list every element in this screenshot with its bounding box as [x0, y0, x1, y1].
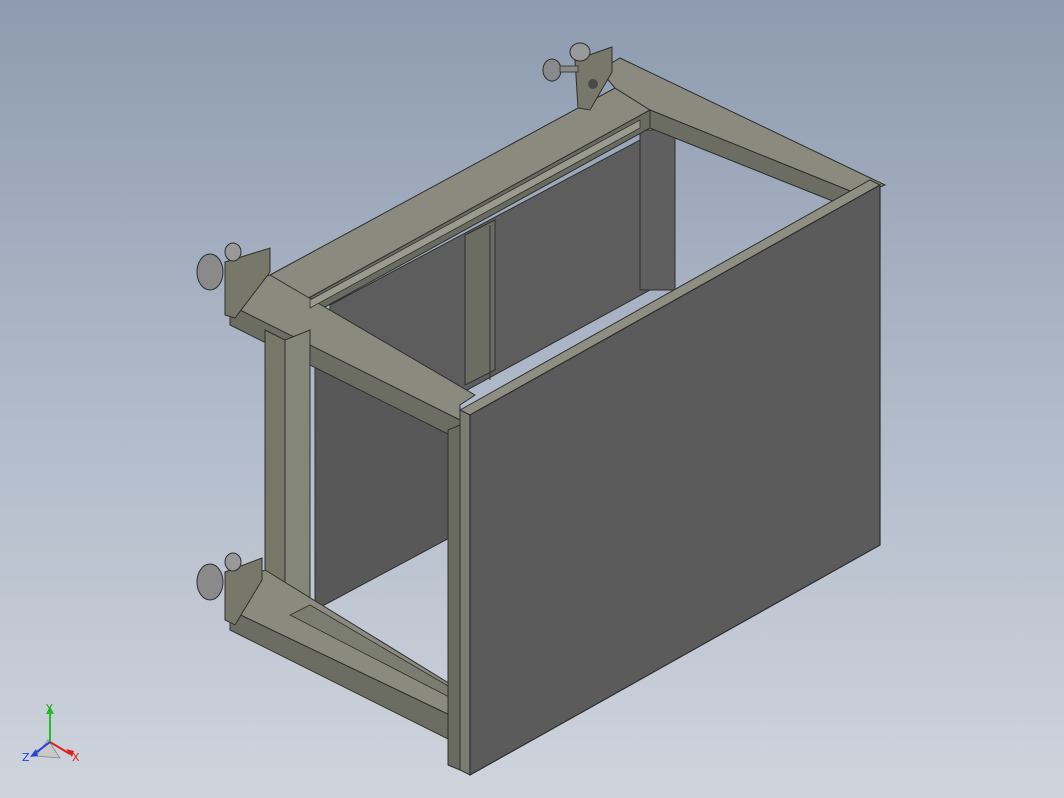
z-axis-label: Z: [22, 751, 30, 764]
axis-triad: Y X Z: [22, 702, 80, 764]
model-view[interactable]: Y X Z: [0, 0, 1064, 798]
cad-viewport[interactable]: Y X Z: [0, 0, 1064, 798]
x-axis-label: X: [72, 751, 80, 764]
y-axis-label: Y: [45, 702, 53, 715]
